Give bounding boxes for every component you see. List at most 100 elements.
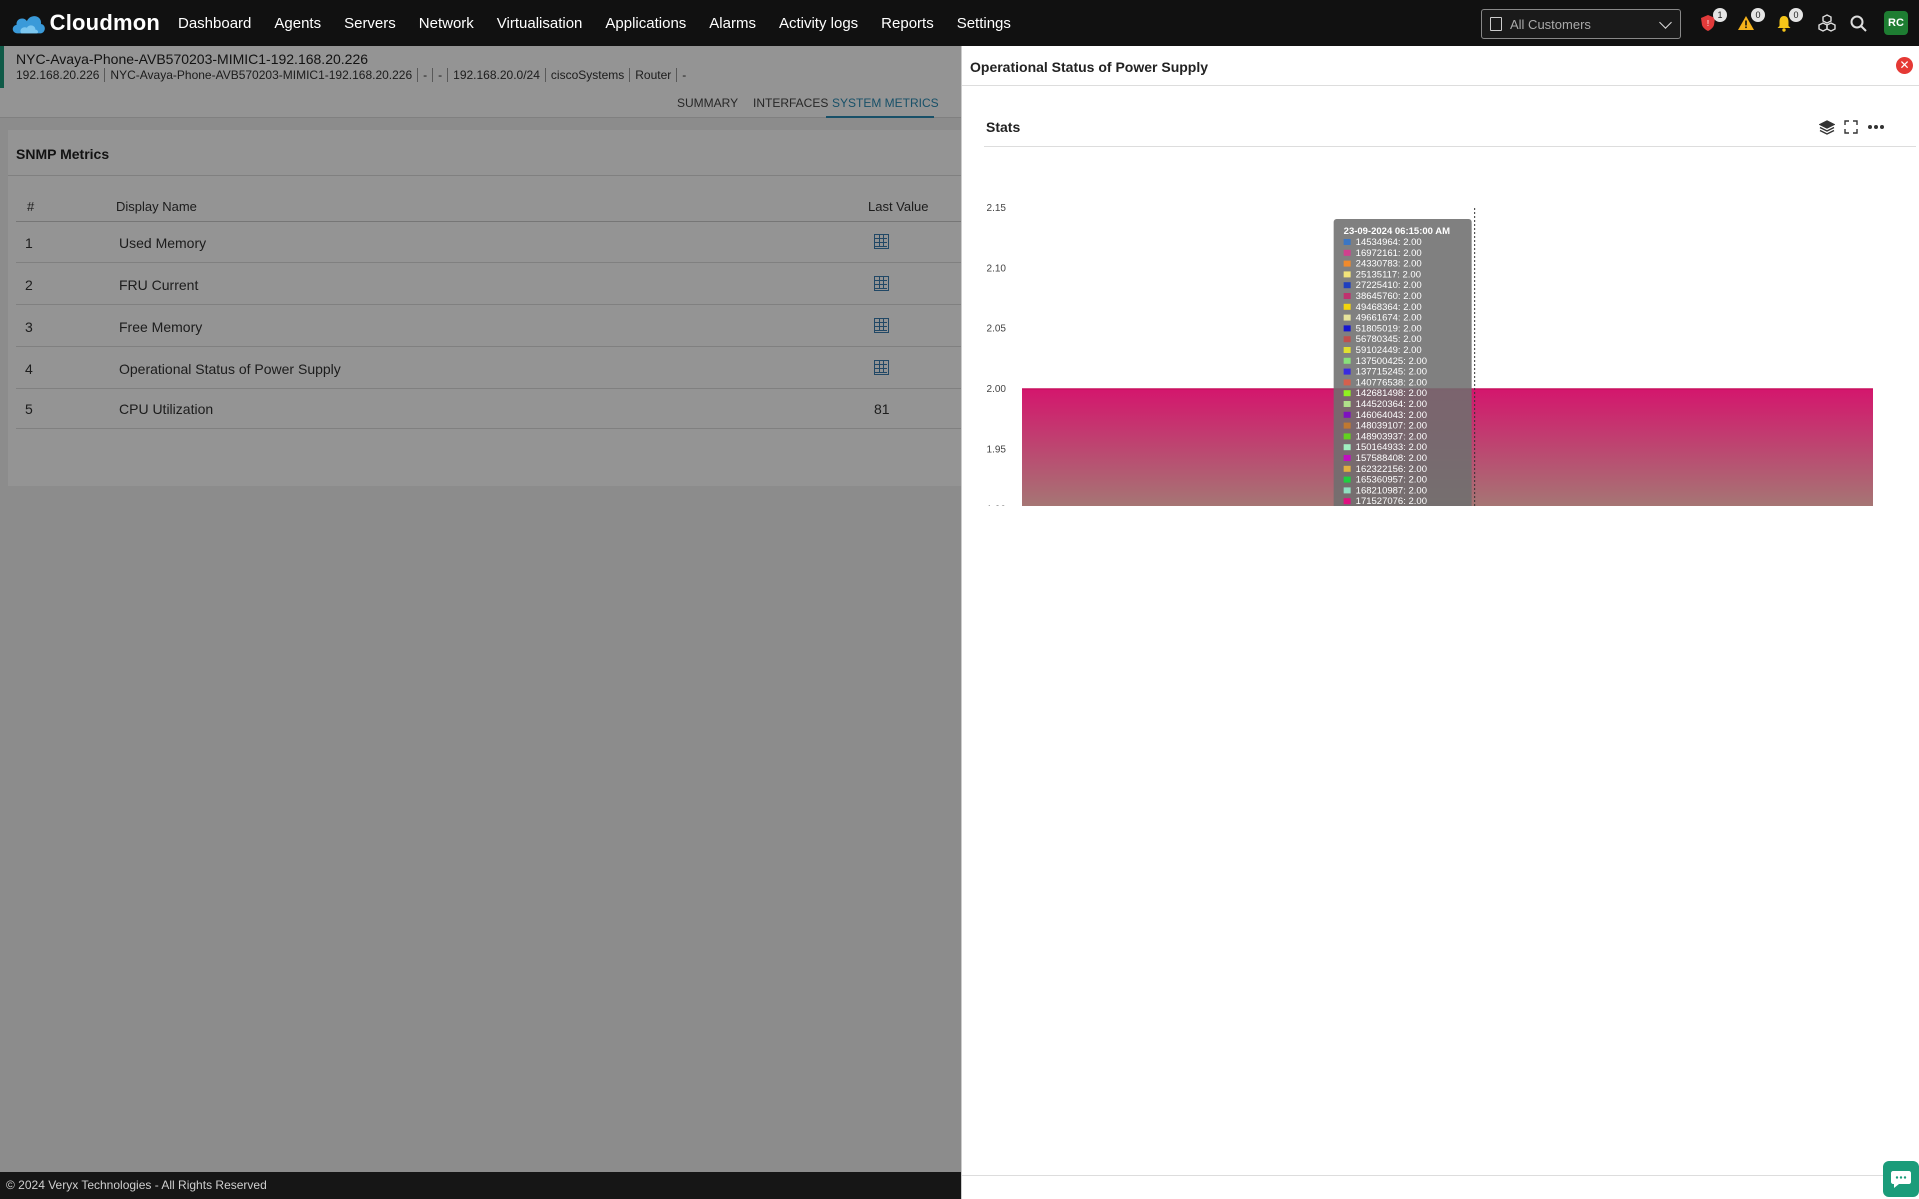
- tooltip-series-swatch: [1343, 455, 1351, 461]
- chevron-down-icon: [1659, 16, 1672, 29]
- tooltip-series-entry: 148039107: 2.00: [1356, 421, 1427, 432]
- notifications-button[interactable]: 0: [1773, 8, 1803, 34]
- tooltip-series-swatch: [1343, 498, 1351, 505]
- tooltip-series-swatch: [1343, 476, 1351, 483]
- layers-icon: [1819, 120, 1835, 135]
- tooltip-series-entry: 162322156: 2.00: [1356, 464, 1427, 475]
- tooltip-series-swatch: [1343, 379, 1351, 386]
- customer-select-value: All Customers: [1510, 16, 1591, 32]
- cubes-icon: [1818, 14, 1836, 32]
- tooltip-series-swatch: [1343, 282, 1351, 289]
- tooltip-series-entry: 51805019: 2.00: [1356, 323, 1422, 334]
- tooltip-series-entry: 56780345: 2.00: [1356, 334, 1422, 345]
- y-tick-label: 2.05: [987, 324, 1007, 335]
- modal-overlay[interactable]: [0, 46, 961, 1199]
- tooltip-series-swatch: [1343, 325, 1351, 332]
- security-badge: 1: [1713, 8, 1727, 22]
- tooltip-series-entry: 16972161: 2.00: [1356, 248, 1422, 259]
- close-panel-button[interactable]: ✕: [1896, 57, 1913, 74]
- tooltip-series-entry: 144520364: 2.00: [1356, 399, 1427, 410]
- chat-button[interactable]: [1883, 1161, 1919, 1197]
- stats-area-chart[interactable]: 2.152.102.052.001.951.901.85Sep 2303:000…: [962, 146, 1919, 506]
- tooltip-series-entry: 168210987: 2.00: [1356, 485, 1427, 496]
- y-tick-label: 1.95: [987, 444, 1007, 455]
- nav-item-servers[interactable]: Servers: [344, 15, 396, 32]
- tooltip-series-swatch: [1343, 444, 1351, 451]
- warnings-badge: 0: [1751, 8, 1765, 22]
- tooltip-series-swatch: [1343, 260, 1351, 267]
- layers-button[interactable]: [1818, 118, 1836, 136]
- expand-icon: [1844, 120, 1858, 134]
- tooltip-series-swatch: [1343, 314, 1351, 321]
- tooltip-series-swatch: [1343, 336, 1351, 343]
- nav-item-reports[interactable]: Reports: [881, 15, 934, 32]
- tooltip-series-swatch: [1343, 390, 1351, 397]
- tooltip-series-entry: 59102449: 2.00: [1356, 345, 1422, 356]
- tooltip-series-swatch: [1343, 411, 1351, 418]
- panel-divider: [962, 85, 1919, 86]
- nav-item-activity-logs[interactable]: Activity logs: [779, 15, 858, 32]
- y-tick-label: 2.15: [987, 203, 1007, 214]
- cloud-logo-icon: [12, 16, 45, 34]
- nav-item-virtualisation[interactable]: Virtualisation: [497, 15, 583, 32]
- tooltip-series-entry: 49468364: 2.00: [1356, 302, 1422, 313]
- tooltip-series-swatch: [1343, 303, 1351, 310]
- tooltip-series-swatch: [1343, 347, 1351, 353]
- tooltip-series-swatch: [1343, 465, 1351, 472]
- notifications-badge: 0: [1789, 8, 1803, 22]
- tooltip-series-swatch: [1343, 422, 1351, 429]
- y-tick-label: 2.00: [987, 384, 1007, 395]
- search-icon: [1850, 15, 1867, 32]
- tooltip-series-entry: 49661674: 2.00: [1356, 313, 1422, 324]
- tooltip-series-swatch: [1343, 249, 1351, 256]
- tooltip-series-entry: 165360957: 2.00: [1356, 475, 1427, 486]
- nav-item-applications[interactable]: Applications: [605, 15, 686, 32]
- nav-item-alarms[interactable]: Alarms: [709, 15, 756, 32]
- customer-select[interactable]: All Customers: [1481, 9, 1681, 39]
- nav-item-agents[interactable]: Agents: [274, 15, 321, 32]
- tooltip-series-swatch: [1343, 271, 1351, 278]
- search-button[interactable]: [1847, 12, 1869, 34]
- user-avatar[interactable]: RC: [1884, 11, 1908, 35]
- tooltip-series-entry: 24330783: 2.00: [1356, 259, 1422, 270]
- tooltip-series-swatch: [1343, 433, 1351, 440]
- more-options-button[interactable]: [1867, 118, 1885, 136]
- close-icon: ✕: [1899, 58, 1910, 72]
- more-dots-icon: [1868, 125, 1884, 129]
- tooltip-series-entry: 27225410: 2.00: [1356, 280, 1422, 291]
- tooltip-series-swatch: [1343, 487, 1351, 494]
- tooltip-series-entry: 137500425: 2.00: [1356, 356, 1427, 367]
- metric-detail-panel: Operational Status of Power Supply ✕ Sta…: [961, 46, 1919, 1199]
- cloudmon-logo[interactable]: Cloudmon: [10, 10, 160, 36]
- tooltip-series-entry: 146064043: 2.00: [1356, 410, 1427, 421]
- chat-icon: [1891, 1171, 1911, 1188]
- fullscreen-button[interactable]: [1842, 118, 1860, 136]
- tooltip-series-entry: 14534964: 2.00: [1356, 237, 1422, 248]
- y-tick-label: 2.10: [987, 263, 1007, 274]
- top-navbar: Cloudmon Dashboard Agents Servers Network Vi…: [0, 0, 1919, 46]
- nav-item-dashboard[interactable]: Dashboard: [178, 15, 251, 32]
- tooltip-series-swatch: [1343, 293, 1351, 299]
- tooltip-series-entry: 157588408: 2.00: [1356, 453, 1427, 464]
- tooltip-series-entry: 171527076: 2.00: [1356, 496, 1427, 506]
- nav-item-settings[interactable]: Settings: [957, 15, 1011, 32]
- nav-item-network[interactable]: Network: [419, 15, 474, 32]
- footer-copyright: © 2024 Veryx Technologies - All Rights R…: [0, 1172, 961, 1199]
- security-alert-button[interactable]: ! 1: [1697, 8, 1727, 34]
- panel-footer-line: [962, 1175, 1919, 1176]
- warnings-button[interactable]: 0: [1735, 8, 1765, 34]
- tooltip-series-entry: 38645760: 2.00: [1356, 291, 1422, 302]
- app-name: Cloudmon: [49, 10, 160, 35]
- tooltip-series-entry: 137715245: 2.00: [1356, 367, 1427, 378]
- tooltip-series-entry: 142681498: 2.00: [1356, 388, 1427, 399]
- tooltip-series-entry: 140776538: 2.00: [1356, 377, 1427, 388]
- apps-button[interactable]: [1816, 12, 1838, 34]
- main-menu: Dashboard Agents Servers Network Virtualisat…: [178, 15, 1034, 32]
- tooltip-series-entry: 25135117: 2.00: [1356, 269, 1421, 280]
- tooltip-series-entry: 150164933: 2.00: [1356, 442, 1427, 453]
- panel-title: Operational Status of Power Supply: [970, 59, 1209, 75]
- svg-text:!: !: [1707, 19, 1709, 28]
- tooltip-series-swatch: [1343, 239, 1351, 245]
- tooltip-title: 23-09-2024 06:15:00 AM: [1344, 226, 1450, 237]
- building-icon: [1490, 17, 1502, 31]
